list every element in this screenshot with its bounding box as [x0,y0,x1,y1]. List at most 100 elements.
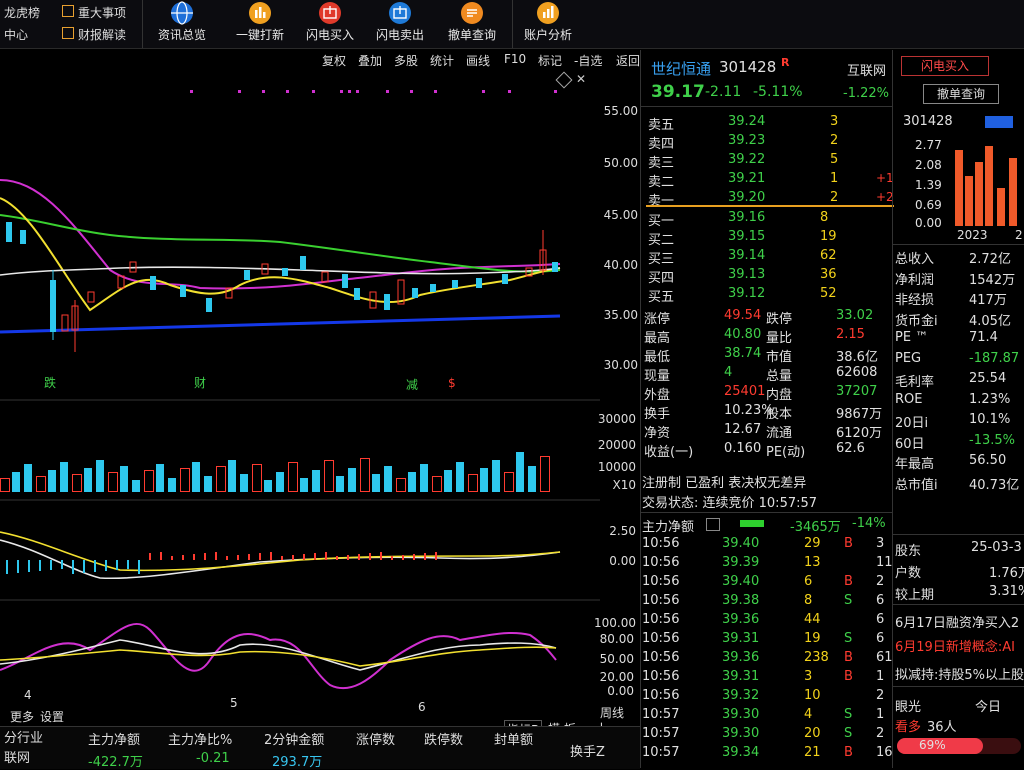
price-tick: 55.00 [603,104,638,118]
tool-back[interactable]: 返回 [616,52,640,69]
flash-sell-button[interactable]: 闪电卖出 [368,0,432,48]
macd-hist-bar [281,556,283,560]
ask-price: 39.22 [728,152,766,167]
volume-bar [216,466,226,492]
tool-draw[interactable]: 画线 [466,52,490,69]
tick-extra: 2 [876,688,885,703]
tool-fuquan[interactable]: 复权 [322,52,346,69]
more-button[interactable]: 更多 [10,708,34,725]
tool-overlay[interactable]: 叠加 [358,52,382,69]
cancel-side-button[interactable]: 撤单查询 [923,84,999,104]
stat-label: 内盘 [766,388,793,403]
volume-unit: X10 [612,478,637,492]
volume-bar [156,464,164,492]
tool-mark[interactable]: 标记 [538,52,562,69]
ask-volume: 2 [830,190,839,205]
macd-hist-bar [259,553,261,560]
tick-side: B [844,745,853,760]
weekly-button[interactable]: 周线 [600,704,624,721]
fin-label: PEG [895,350,922,366]
tick-time: 10:57 [642,707,680,722]
toolbar-divider-2 [512,0,513,48]
flash-buy-button[interactable]: 闪电买入 [298,0,362,48]
kdj-k-line [0,639,557,671]
kline-chart[interactable] [0,70,600,730]
volume-bar [312,470,320,492]
macd-hist-bar [336,556,338,560]
stat-value: 12.67 [724,422,762,437]
tool-multi[interactable]: 多股 [394,52,418,69]
order-book: 卖五 39.24 3 卖四 39.23 2 卖三 39.22 5 卖二 39.21 1 +1 卖一 39.2… [640,110,894,306]
report-button[interactable]: 财报解读 [62,26,126,43]
event-mark-finance[interactable]: 财 [194,374,206,391]
macd-hist-bar [72,560,74,574]
tick-extra: 16 [876,745,893,760]
major-events-button[interactable]: 重大事项 [62,4,126,21]
news-item-1[interactable]: 6月17日融资净买入2 [895,612,1019,631]
center-button[interactable]: 中心 [4,26,28,43]
tool-stats[interactable]: 统计 [430,52,454,69]
industry-row[interactable]: 分行业 [4,727,43,746]
event-mark-reduce[interactable]: 减 [406,376,418,393]
tick-price: 39.34 [722,745,760,760]
news-item-2[interactable]: 6月19日新增概念:AI [895,636,1015,655]
volume-bar [96,460,104,492]
bar-axis-tick: 0.00 [915,216,942,230]
news-overview-button[interactable]: 资讯总览 [150,0,214,48]
account-analysis-button[interactable]: 账户分析 [516,0,580,48]
tick-price: 39.31 [722,669,760,684]
longhu-label: 龙虎榜 [4,6,41,20]
macd-hist-bar [303,554,305,560]
report-label: 财报解读 [78,28,127,42]
stat-value: 49.54 [724,308,762,323]
volume-bar [348,468,356,492]
year-label-2: 2 [1015,228,1023,242]
tool-watchlist[interactable]: -自选 [574,52,602,69]
report-icon [62,27,74,39]
macd-hist-panel [0,540,560,580]
fin-label: ROE [895,391,923,407]
flash-buy-side-button[interactable]: 闪电买入 [901,56,989,76]
volume-bar [144,470,154,492]
net-flow-expand-icon[interactable] [706,518,720,531]
volume-bar [504,472,514,492]
bid-volume: 62 [820,248,837,263]
macd-hist-bar [127,560,129,569]
one-click-ipo-button[interactable]: 一键打新 [228,0,292,48]
stat-label: 跌停 [766,312,793,327]
internet-row[interactable]: 联网 [4,747,30,766]
macd-hist-bar [314,553,316,560]
price-tick: 35.00 [603,308,638,322]
price-tick: 45.00 [603,208,638,222]
sector-tag[interactable]: 互联网 [847,60,886,79]
event-mark-dollar[interactable]: $ [448,376,456,390]
volume-bar [528,466,536,492]
news-item-3[interactable]: 拟减持:持股5%以上股 [895,664,1024,683]
header-net-pct: 主力净比% [168,733,233,748]
volume-panel [0,430,560,492]
vision-today[interactable]: 今日 [975,696,1001,715]
cancel-query-button[interactable]: 撤单查询 [440,0,504,48]
volume-bar [84,468,92,492]
event-mark-fall[interactable]: 跌 [44,374,56,391]
stat-label: 换手 [644,407,671,422]
settings-button[interactable]: 设置 [40,708,64,725]
tick-time: 10:56 [642,631,680,646]
tool-f10[interactable]: F10 [504,52,526,66]
tick-extra: 2 [876,574,885,589]
longhu-button[interactable]: 龙虎榜 [4,4,40,21]
info-tab-badge[interactable] [985,116,1013,128]
stock-code: 301428 [719,58,777,76]
stat-value: 25401 [724,384,766,399]
tick-extra: 2 [876,726,885,741]
globe-icon [171,1,193,25]
macd-hist-bar [413,554,415,560]
tick-extra: 6 [876,631,885,646]
tick-price: 39.30 [722,726,760,741]
center-label: 中心 [4,28,29,42]
tick-price: 39.36 [722,612,760,627]
macd-hist-bar [435,552,437,560]
tick-extra: 6 [876,612,885,627]
tick-extra: 6 [876,593,885,608]
value-net: -422.7万 [88,755,143,770]
